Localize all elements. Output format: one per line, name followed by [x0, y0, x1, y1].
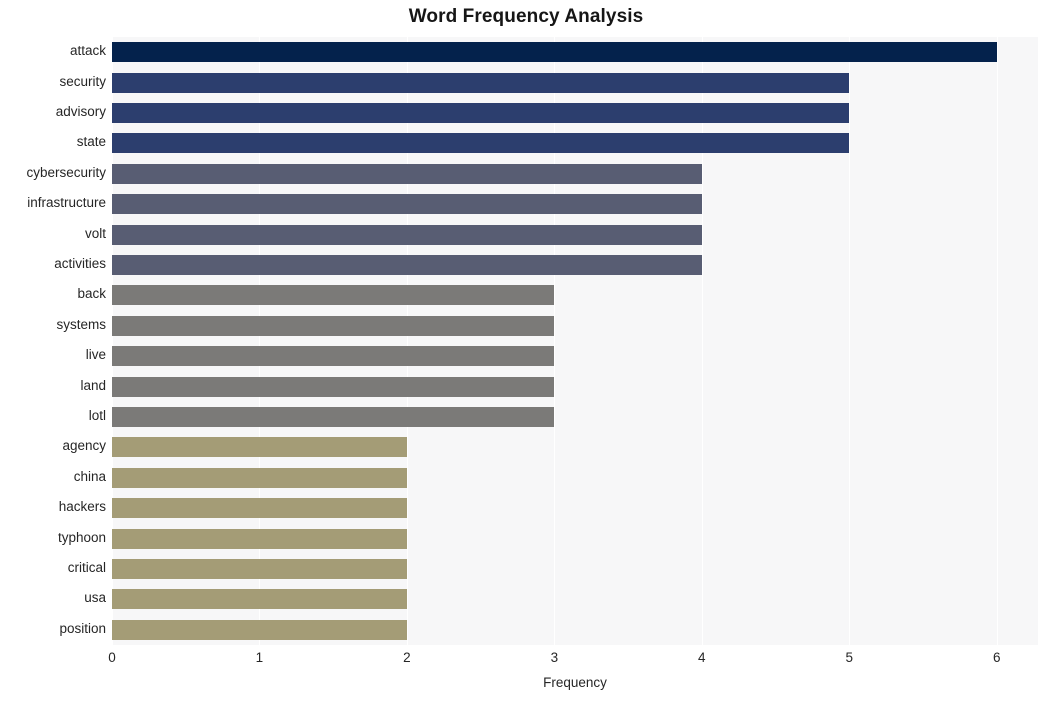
y-tick-label-lotl: lotl	[88, 408, 106, 423]
bar-infrastructure[interactable]	[112, 194, 702, 215]
bar-live[interactable]	[112, 346, 555, 367]
bar-row	[112, 133, 1038, 154]
bar-row	[112, 194, 1038, 215]
x-tick-label-5: 5	[845, 650, 853, 665]
x-tick-label-0: 0	[108, 650, 116, 665]
y-tick-label-critical: critical	[67, 560, 106, 575]
word-frequency-chart: Word Frequency Analysis attack security ad…	[0, 0, 1052, 701]
y-tick-label-typhoon: typhoon	[57, 529, 106, 545]
bar-row	[112, 558, 1038, 580]
y-tick-label-agency: agency	[62, 438, 106, 454]
y-tick-label-activities: activities	[54, 256, 106, 271]
bar-row	[112, 619, 1038, 640]
bar-row	[112, 589, 1038, 610]
bar-attack[interactable]	[112, 42, 997, 63]
y-tick-label-infrastructure: infrastructure	[27, 195, 106, 211]
y-tick-label-china: china	[73, 468, 106, 484]
bar-state[interactable]	[112, 133, 850, 154]
y-tick-label-cybersecurity: cybersecurity	[26, 164, 106, 180]
y-tick-label-back: back	[77, 286, 106, 302]
bar-china[interactable]	[112, 467, 407, 488]
bar-row	[112, 376, 1038, 397]
bar-row	[112, 42, 1038, 63]
bar-row	[112, 406, 1038, 428]
chart-title: Word Frequency Analysis	[408, 6, 644, 27]
x-tick-label-6: 6	[992, 650, 1001, 665]
plot-area	[112, 37, 1038, 645]
x-tick-label-1: 1	[255, 650, 264, 665]
y-tick-label-volt: volt	[84, 225, 106, 241]
bar-row	[112, 346, 1038, 367]
bar-row	[112, 437, 1038, 458]
bar-land[interactable]	[112, 376, 555, 397]
bar-position[interactable]	[112, 619, 407, 640]
x-tick-label-3: 3	[550, 650, 559, 665]
bar-usa[interactable]	[112, 589, 407, 610]
y-tick-label-systems: systems	[56, 316, 106, 332]
y-tick-label-usa: usa	[84, 590, 106, 606]
bars-layer	[112, 37, 1038, 645]
bar-row	[112, 315, 1038, 336]
bar-lotl[interactable]	[112, 406, 555, 428]
x-tick-label-2: 2	[403, 650, 411, 665]
y-tick-label-live: live	[85, 347, 106, 363]
bar-agency[interactable]	[112, 437, 407, 458]
bar-hackers[interactable]	[112, 498, 407, 519]
bar-advisory[interactable]	[112, 102, 850, 124]
x-tick-label-4: 4	[698, 650, 706, 665]
bar-row	[112, 528, 1038, 549]
y-tick-label-security: security	[59, 73, 106, 89]
bar-critical[interactable]	[112, 558, 407, 580]
y-tick-label-advisory: advisory	[55, 104, 106, 119]
y-tick-label-state: state	[76, 134, 106, 150]
y-tick-label-land: land	[80, 377, 106, 393]
bar-row	[112, 498, 1038, 519]
bar-row	[112, 224, 1038, 245]
bar-row	[112, 285, 1038, 306]
bar-activities[interactable]	[112, 254, 702, 276]
bar-cybersecurity[interactable]	[112, 163, 702, 184]
bar-security[interactable]	[112, 72, 850, 93]
x-axis-tick-labels: 0 1 2 3 4 5 6	[0, 650, 1052, 672]
bar-back[interactable]	[112, 285, 555, 306]
y-tick-label-attack: attack	[69, 43, 106, 59]
bar-row	[112, 102, 1038, 124]
bar-row	[112, 163, 1038, 184]
bar-volt[interactable]	[112, 224, 702, 245]
bar-systems[interactable]	[112, 315, 555, 336]
bar-row	[112, 72, 1038, 93]
x-axis-title: Frequency	[543, 675, 607, 690]
y-tick-label-position: position	[59, 620, 106, 636]
y-tick-label-hackers: hackers	[58, 499, 106, 515]
bar-row	[112, 254, 1038, 276]
bar-typhoon[interactable]	[112, 528, 407, 549]
y-axis-tick-labels: attack security advisory state cybersecurity…	[0, 37, 106, 645]
bar-row	[112, 467, 1038, 488]
